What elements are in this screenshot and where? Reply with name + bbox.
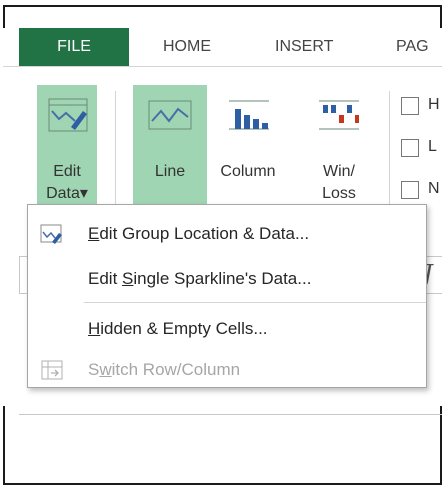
low-point-checkbox[interactable] [401, 139, 419, 157]
winloss-sparkline-button[interactable]: Win/ Loss [303, 85, 375, 217]
line-label: Line [154, 163, 186, 180]
menu-item-switch-row-column: Switch Row/Column [28, 350, 426, 390]
menu-item-edit-single-sparkline[interactable]: Edit Single Sparkline's Data... [28, 259, 426, 299]
column-label: Column [220, 163, 276, 180]
menu-separator [84, 302, 426, 303]
high-point-label: H [428, 96, 440, 113]
tab-file[interactable]: FILE [19, 28, 129, 66]
menu-item-hidden-empty-cells[interactable]: Hidden & Empty Cells... [28, 309, 426, 349]
ribbon-tab-bar: FILE HOME INSERT PAG [3, 28, 442, 66]
low-point-label: L [428, 138, 437, 155]
sparkline-ribbon: Edit Data▾ Line Column Win/ Loss H L N [3, 66, 442, 227]
ribbon-separator [115, 91, 116, 211]
column-sparkline-button[interactable]: Column [209, 85, 287, 217]
tab-page-layout[interactable]: PAG [396, 28, 429, 66]
edit-data-dropdown-menu: Edit Group Location & Data... Edit Singl… [27, 204, 427, 388]
edit-sparkline-icon [40, 224, 62, 244]
switch-row-column-icon [41, 360, 63, 380]
negative-points-label: N [428, 180, 440, 197]
edit-data-icon [48, 98, 88, 132]
line-sparkline-button[interactable]: Line [133, 85, 207, 217]
edit-data-button[interactable]: Edit Data▾ [37, 85, 97, 217]
edit-data-label: Edit Data▾ [46, 163, 88, 202]
winloss-chart-icon [319, 100, 359, 130]
grid-line [19, 414, 442, 415]
negative-points-checkbox[interactable] [401, 181, 419, 199]
ribbon-separator [389, 91, 390, 211]
column-chart-icon [229, 100, 269, 130]
tab-insert[interactable]: INSERT [275, 28, 333, 66]
tab-home[interactable]: HOME [163, 28, 211, 66]
line-chart-icon [148, 100, 192, 130]
high-point-checkbox[interactable] [401, 97, 419, 115]
menu-item-edit-group-location[interactable]: Edit Group Location & Data... [28, 214, 426, 254]
winloss-label: Win/ Loss [322, 163, 356, 202]
